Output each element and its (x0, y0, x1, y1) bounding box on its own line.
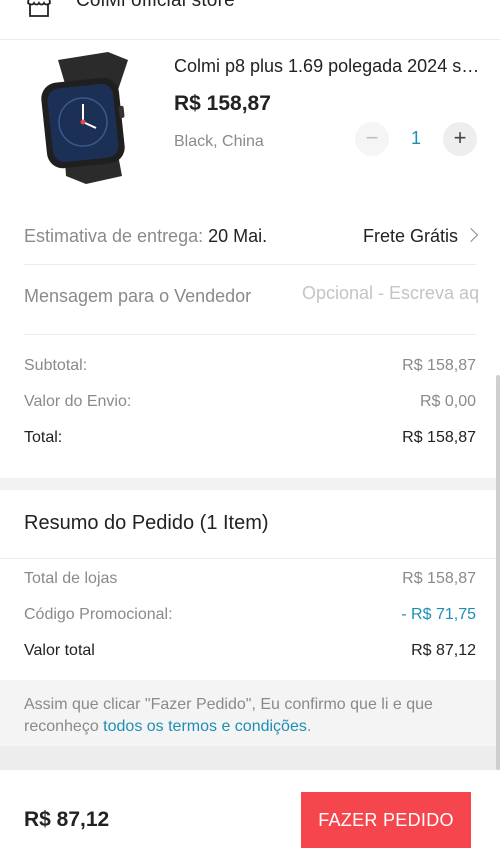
footer-spacer (0, 746, 500, 770)
subtotal-value: R$ 158,87 (402, 357, 476, 374)
place-order-button[interactable]: FAZER PEDIDO (301, 792, 471, 848)
store-header[interactable]: ColMi official store (0, 0, 500, 40)
section-separator (0, 478, 500, 490)
scrollbar[interactable] (496, 375, 500, 770)
divider (24, 264, 476, 265)
quantity-stepper: − 1 + (355, 122, 477, 156)
order-summary-title: Resumo do Pedido (1 Item) (24, 512, 269, 534)
promo-code-value: - R$ 71,75 (401, 606, 476, 623)
store-icon (27, 0, 51, 17)
stores-total-label: Total de lojas (24, 570, 118, 587)
order-total-row: Valor total R$ 87,12 (24, 642, 476, 660)
delivery-label: Estimativa de entrega: (24, 226, 209, 246)
product-variant: Black, China (174, 133, 264, 150)
stores-total-value: R$ 158,87 (402, 570, 476, 587)
terms-link[interactable]: todos os termos e condições (103, 718, 307, 735)
seller-message-input[interactable] (302, 283, 478, 304)
product-title[interactable]: Colmi p8 plus 1.69 polegada 2024 smartwa… (174, 56, 480, 77)
store-total-row: Total: R$ 158,87 (24, 429, 476, 447)
divider (24, 334, 476, 335)
order-total-label: Valor total (24, 642, 95, 659)
shipping-cost-row: Valor do Envio: R$ 0,00 (24, 393, 476, 411)
shipping-cost-value: R$ 0,00 (419, 393, 476, 410)
checkout-bar: R$ 87,12 FAZER PEDIDO (0, 770, 500, 858)
stores-total-row: Total de lojas R$ 158,87 (24, 570, 476, 588)
quantity-value[interactable]: 1 (399, 128, 433, 149)
terms-notice: Assim que clicar "Fazer Pedido", Eu conf… (0, 680, 500, 746)
promo-code-row[interactable]: Código Promocional: - R$ 71,75 (24, 606, 476, 624)
product-price: R$ 158,87 (174, 92, 271, 115)
decrease-quantity-button[interactable]: − (355, 122, 389, 156)
store-total-value: R$ 158,87 (402, 429, 476, 446)
product-thumbnail[interactable] (24, 50, 150, 186)
store-total-label: Total: (24, 429, 63, 446)
chevron-right-icon (463, 227, 479, 243)
shipping-option[interactable]: Frete Grátis (362, 226, 479, 247)
subtotal-row: Subtotal: R$ 158,87 (24, 357, 476, 375)
increase-quantity-button[interactable]: + (443, 122, 477, 156)
promo-code-label: Código Promocional: (24, 606, 173, 623)
seller-message-row: Mensagem para o Vendedor (24, 283, 478, 312)
product-line: Colmi p8 plus 1.69 polegada 2024 smartwa… (0, 40, 500, 200)
terms-end: . (306, 718, 312, 735)
delivery-date: 20 Mai. (208, 226, 268, 246)
order-total-value: R$ 87,12 (411, 642, 476, 659)
checkout-total: R$ 87,12 (24, 808, 110, 831)
divider (0, 558, 500, 559)
shipping-cost-label: Valor do Envio: (24, 393, 132, 410)
seller-message-label: Mensagem para o Vendedor (24, 286, 252, 306)
delivery-row[interactable]: Estimativa de entrega: 20 Mai. Frete Grá… (24, 226, 479, 256)
shipping-option-label: Frete Grátis (362, 226, 458, 246)
subtotal-label: Subtotal: (24, 357, 88, 374)
store-name: ColMi official store (76, 0, 235, 11)
